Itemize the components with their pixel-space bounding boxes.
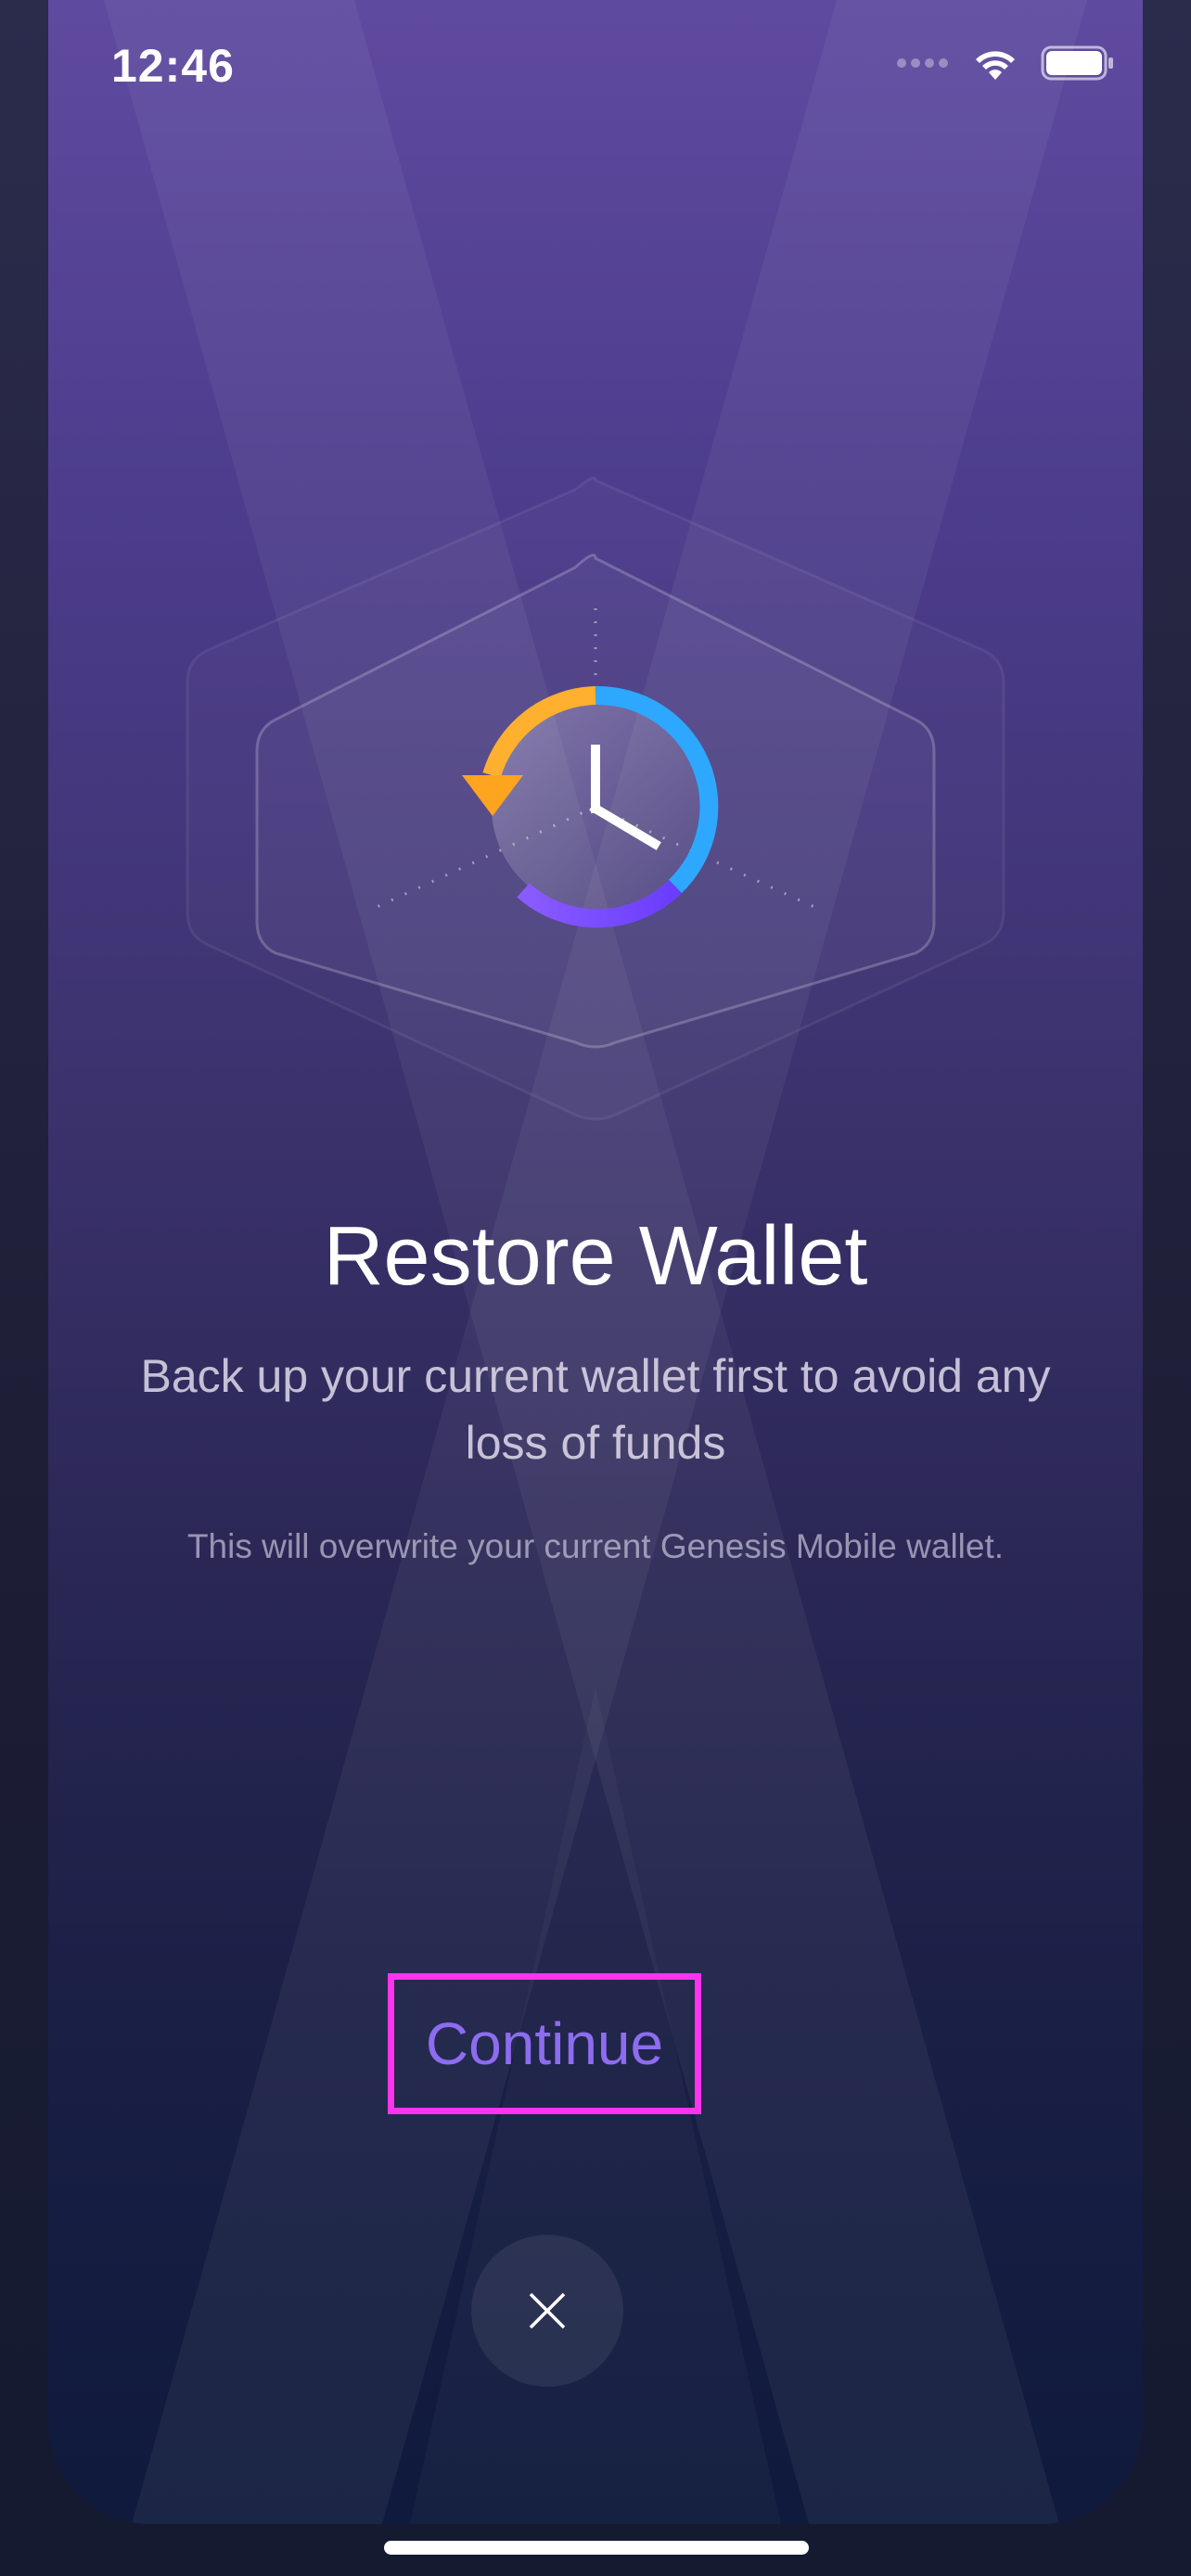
restore-wallet-screen: 12:46 Restore Wallet Back up your curren…	[0, 0, 1191, 2576]
page-title: Restore Wallet	[323, 1210, 868, 1303]
status-time: 12:46	[111, 40, 235, 92]
status-icons	[896, 45, 1115, 82]
close-icon	[529, 2292, 566, 2329]
status-bar: 12:46	[0, 0, 1191, 139]
home-indicator[interactable]	[384, 2541, 809, 2555]
wifi-icon	[976, 51, 1015, 80]
battery-icon	[1041, 45, 1113, 81]
signal-dots-icon	[897, 58, 948, 68]
warning-message: Back up your current wallet first to avo…	[140, 1350, 1051, 1469]
restore-clock-icon	[186, 477, 1005, 1121]
overwrite-note: This will overwrite your current Genesis…	[186, 1527, 1005, 1565]
close-button[interactable]	[471, 2235, 623, 2387]
continue-button[interactable]: Continue	[388, 1973, 701, 2114]
modal-sheet: Restore Wallet Back up your current wall…	[48, 0, 1143, 2524]
